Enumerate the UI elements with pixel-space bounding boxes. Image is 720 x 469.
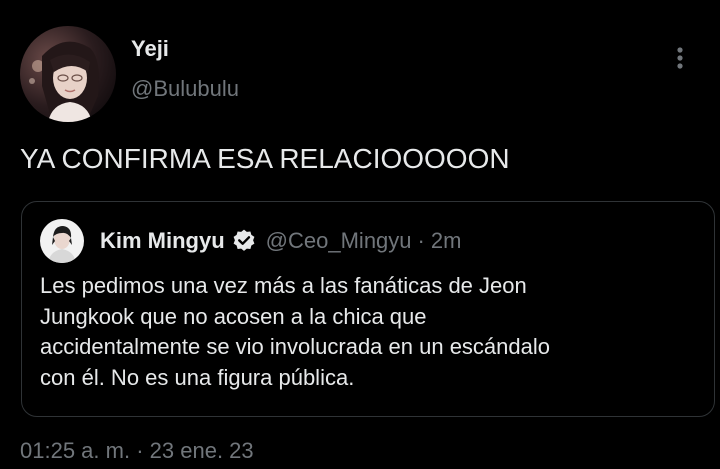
quoted-author-handle[interactable]: @Ceo_Mingyu xyxy=(266,228,412,254)
author-display-name[interactable]: Yeji xyxy=(131,36,169,62)
quoted-author-name[interactable]: Kim Mingyu xyxy=(100,228,225,254)
quoted-text-line: Jungkook que no acosen a la chica que xyxy=(40,303,427,329)
quoted-header-separator: · xyxy=(417,228,425,253)
quoted-tweet-text: Les pedimos una vez más a las fanáticas … xyxy=(40,271,690,393)
quoted-avatar-image xyxy=(40,219,84,263)
tweet-text: YA CONFIRMA ESA RELACIOOOOON xyxy=(20,143,510,174)
author-handle[interactable]: @Bulubulu xyxy=(131,76,239,102)
verified-badge-icon xyxy=(231,228,257,254)
tweet-timestamp[interactable]: 01:25 a. m. · 23 ene. 23 xyxy=(20,438,254,464)
timestamp-time: 01:25 a. m. xyxy=(20,438,131,463)
quoted-tweet-time[interactable]: 2m xyxy=(431,228,462,254)
more-vertical-icon[interactable] xyxy=(664,42,696,74)
quoted-tweet-card[interactable]: Kim Mingyu @Ceo_Mingyu · 2m Les pedimos … xyxy=(21,201,715,417)
quoted-author-avatar[interactable] xyxy=(40,219,84,263)
quoted-text-line: accidentalmente se vio involucrada en un… xyxy=(40,334,550,359)
author-avatar[interactable] xyxy=(20,26,116,122)
timestamp-separator: · xyxy=(136,438,144,463)
quoted-tweet-header: Kim Mingyu @Ceo_Mingyu · 2m xyxy=(100,228,461,254)
quoted-text-line: con él. No es una figura pública. xyxy=(40,364,355,390)
timestamp-date: 23 ene. 23 xyxy=(149,438,254,463)
author-avatar-image xyxy=(20,26,116,122)
quoted-text-line: Les pedimos una vez más a las fanáticas … xyxy=(40,273,527,298)
